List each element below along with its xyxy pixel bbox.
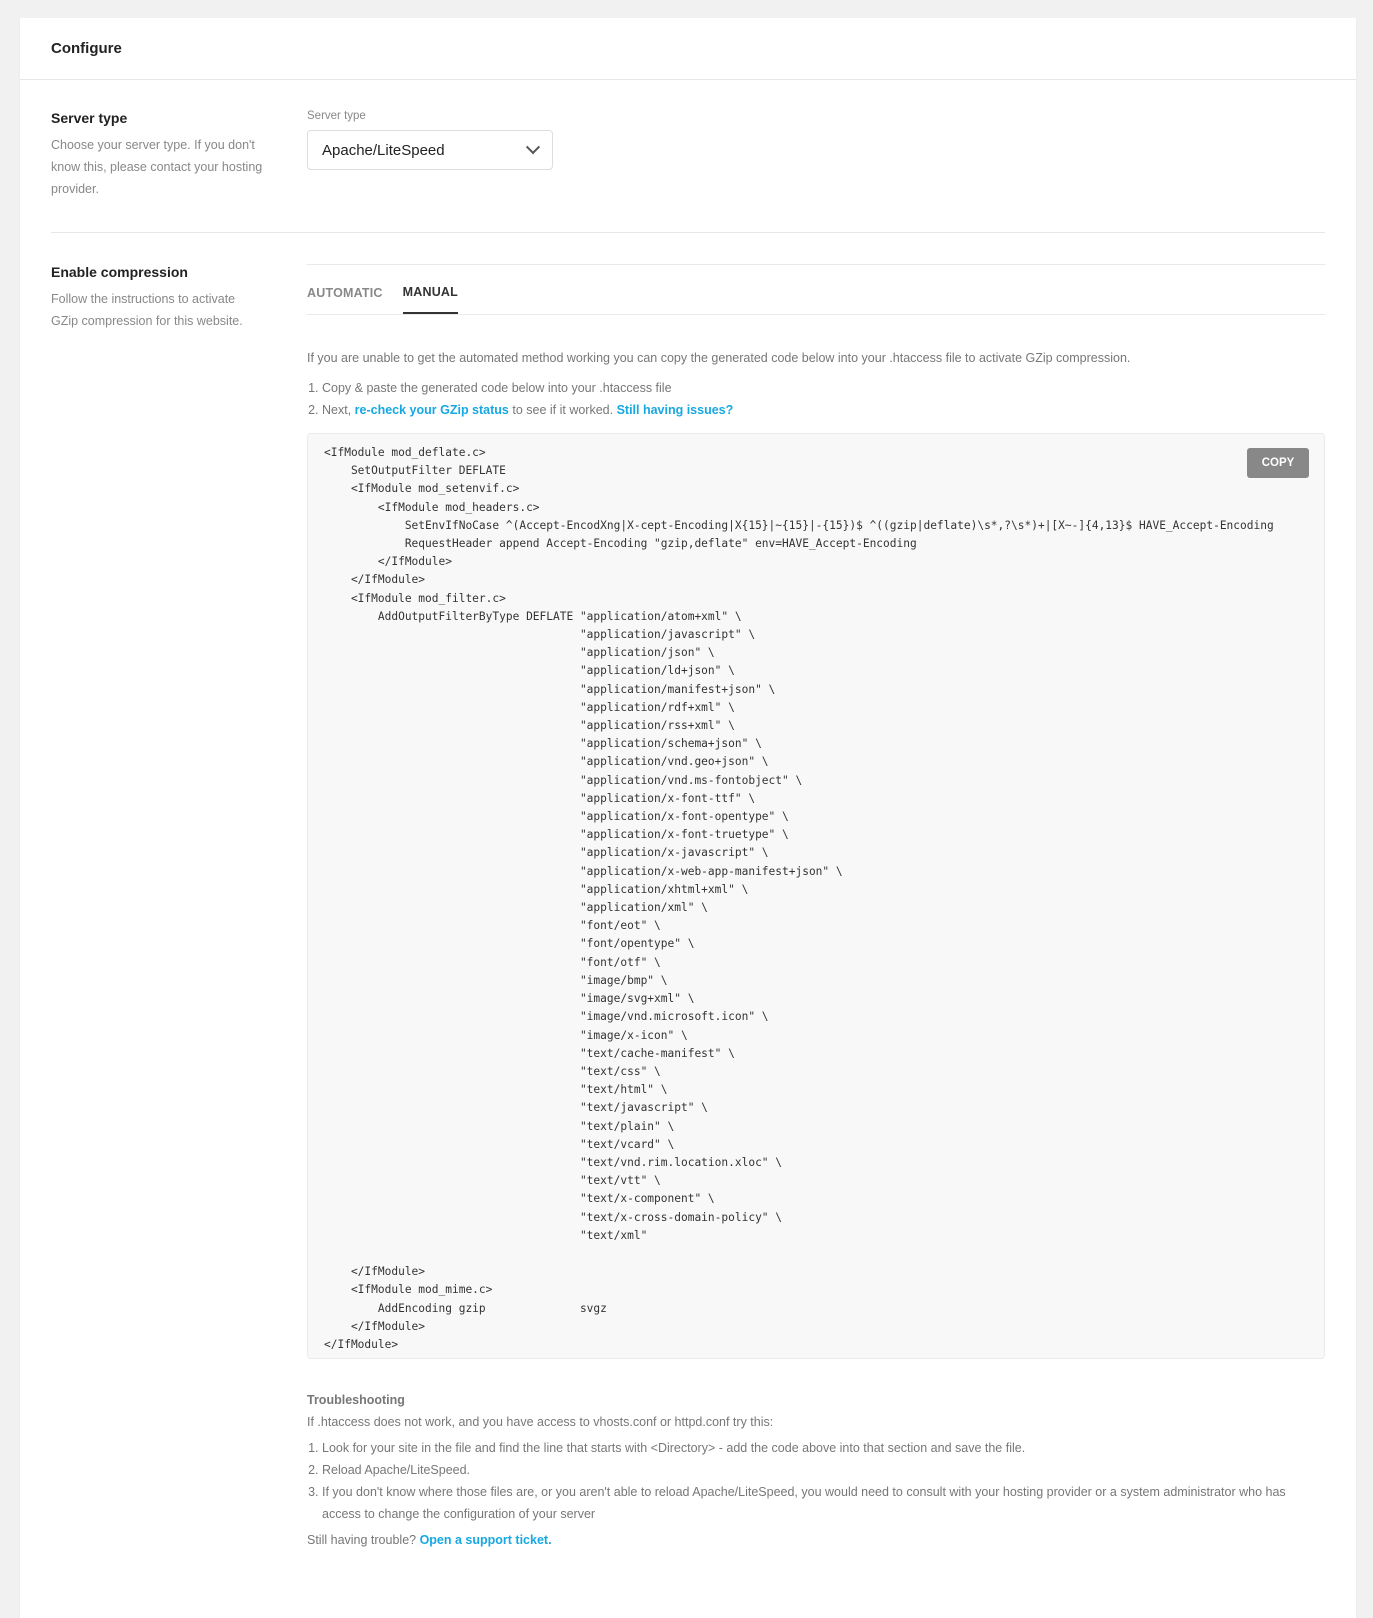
- copy-button[interactable]: COPY: [1247, 448, 1309, 478]
- step-2-middle: to see if it worked.: [508, 403, 617, 417]
- server-type-description: Choose your server type. If you don't kn…: [51, 138, 263, 196]
- troubleshooting-item: Look for your site in the file and find …: [322, 1437, 1325, 1459]
- code-block: <IfModule mod_deflate.c> SetOutputFilter…: [307, 433, 1325, 1359]
- still-having-trouble: Still having trouble? Open a support tic…: [307, 1533, 1325, 1547]
- troubleshooting-item: Reload Apache/LiteSpeed.: [322, 1459, 1325, 1481]
- configure-panel: Configure Server type Choose your server…: [20, 18, 1356, 1618]
- troubleshooting-steps: Look for your site in the file and find …: [307, 1437, 1325, 1525]
- still-having-issues-link[interactable]: Still having issues?: [617, 403, 734, 417]
- troubleshooting-intro: If .htaccess does not work, and you have…: [307, 1415, 774, 1429]
- compression-description: Follow the instructions to activate GZip…: [51, 292, 243, 328]
- support-ticket-link[interactable]: Open a support ticket.: [420, 1533, 552, 1547]
- tab-automatic[interactable]: AUTOMATIC: [307, 286, 383, 314]
- tab-manual[interactable]: MANUAL: [402, 285, 458, 314]
- server-type-field-label: Server type: [307, 110, 366, 122]
- section-divider: [51, 232, 1325, 233]
- compression-tabs: AUTOMATIC MANUAL: [307, 264, 1325, 315]
- chevron-down-icon: [525, 140, 541, 155]
- recheck-gzip-link[interactable]: re-check your GZip status: [355, 403, 509, 417]
- step-item: Next, re-check your GZip status to see i…: [322, 399, 1325, 421]
- step-item: Copy & paste the generated code below in…: [322, 377, 1325, 399]
- server-type-field: Server type Apache/LiteSpeed: [307, 110, 1325, 170]
- page-title: Configure: [51, 40, 122, 57]
- troubleshooting-title: Troubleshooting: [307, 1393, 405, 1407]
- step-2-prefix: Next,: [322, 403, 355, 417]
- panel-header: Configure: [20, 18, 1356, 80]
- still-having-trouble-text: Still having trouble?: [307, 1533, 420, 1547]
- htaccess-code[interactable]: <IfModule mod_deflate.c> SetOutputFilter…: [324, 444, 1308, 1354]
- server-type-section: Server type Choose your server type. If …: [51, 110, 1325, 200]
- manual-intro: If you are unable to get the automated m…: [307, 351, 1131, 365]
- manual-steps: Copy & paste the generated code below in…: [307, 377, 1325, 421]
- step-1-text: Copy & paste the generated code below in…: [322, 381, 672, 395]
- server-type-selected-value: Apache/LiteSpeed: [322, 141, 445, 159]
- troubleshooting-item: If you don't know where those files are,…: [322, 1481, 1325, 1525]
- compression-content: AUTOMATIC MANUAL If you are unable to ge…: [307, 264, 1325, 1547]
- server-type-select[interactable]: Apache/LiteSpeed: [307, 130, 553, 170]
- compression-section: Enable compression Follow the instructio…: [51, 264, 1325, 1547]
